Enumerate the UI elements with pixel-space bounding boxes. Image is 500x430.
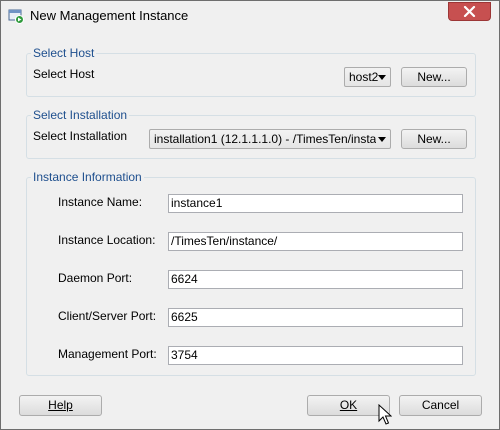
select-host-label: Select Host [33,67,95,81]
app-window-icon [8,8,24,24]
select-host-group-title: Select Host [31,46,97,60]
instance-name-label: Instance Name: [58,195,143,209]
new-installation-button[interactable]: New... [401,129,467,149]
close-icon [463,6,476,17]
host-combo[interactable]: host2 [344,67,391,87]
select-installation-group-title: Select Installation [31,108,130,122]
instance-location-label: Instance Location: [58,233,156,247]
client-server-port-label: Client/Server Port: [58,309,157,323]
window-title: New Management Instance [30,8,189,23]
title-bar: New Management Instance [1,1,499,31]
instance-name-field[interactable]: instance1 [168,194,463,213]
mouse-pointer-icon [378,403,393,429]
help-button[interactable]: Help [19,395,102,416]
client-server-port-field[interactable]: 6625 [168,308,463,327]
instance-location-field[interactable]: /TimesTen/instance/ [168,232,463,251]
installation-combo[interactable]: installation1 (12.1.1.1.0) - /TimesTen/i… [149,129,391,149]
new-host-button[interactable]: New... [401,67,467,87]
cancel-button[interactable]: Cancel [399,395,482,416]
chevron-down-icon [378,75,386,80]
management-port-label: Management Port: [58,347,157,361]
host-combo-value: host2 [349,70,379,84]
daemon-port-label: Daemon Port: [58,271,133,285]
management-port-field[interactable]: 3754 [168,346,463,365]
daemon-port-field[interactable]: 6624 [168,270,463,289]
installation-combo-value: installation1 (12.1.1.1.0) - /TimesTen/i… [154,132,376,146]
chevron-down-icon [378,137,386,142]
select-installation-label: Select Installation [33,129,128,143]
dialog-window: New Management Instance Select Host Sele… [0,0,500,430]
instance-information-group-title: Instance Information [31,170,144,184]
close-button[interactable] [448,2,491,21]
